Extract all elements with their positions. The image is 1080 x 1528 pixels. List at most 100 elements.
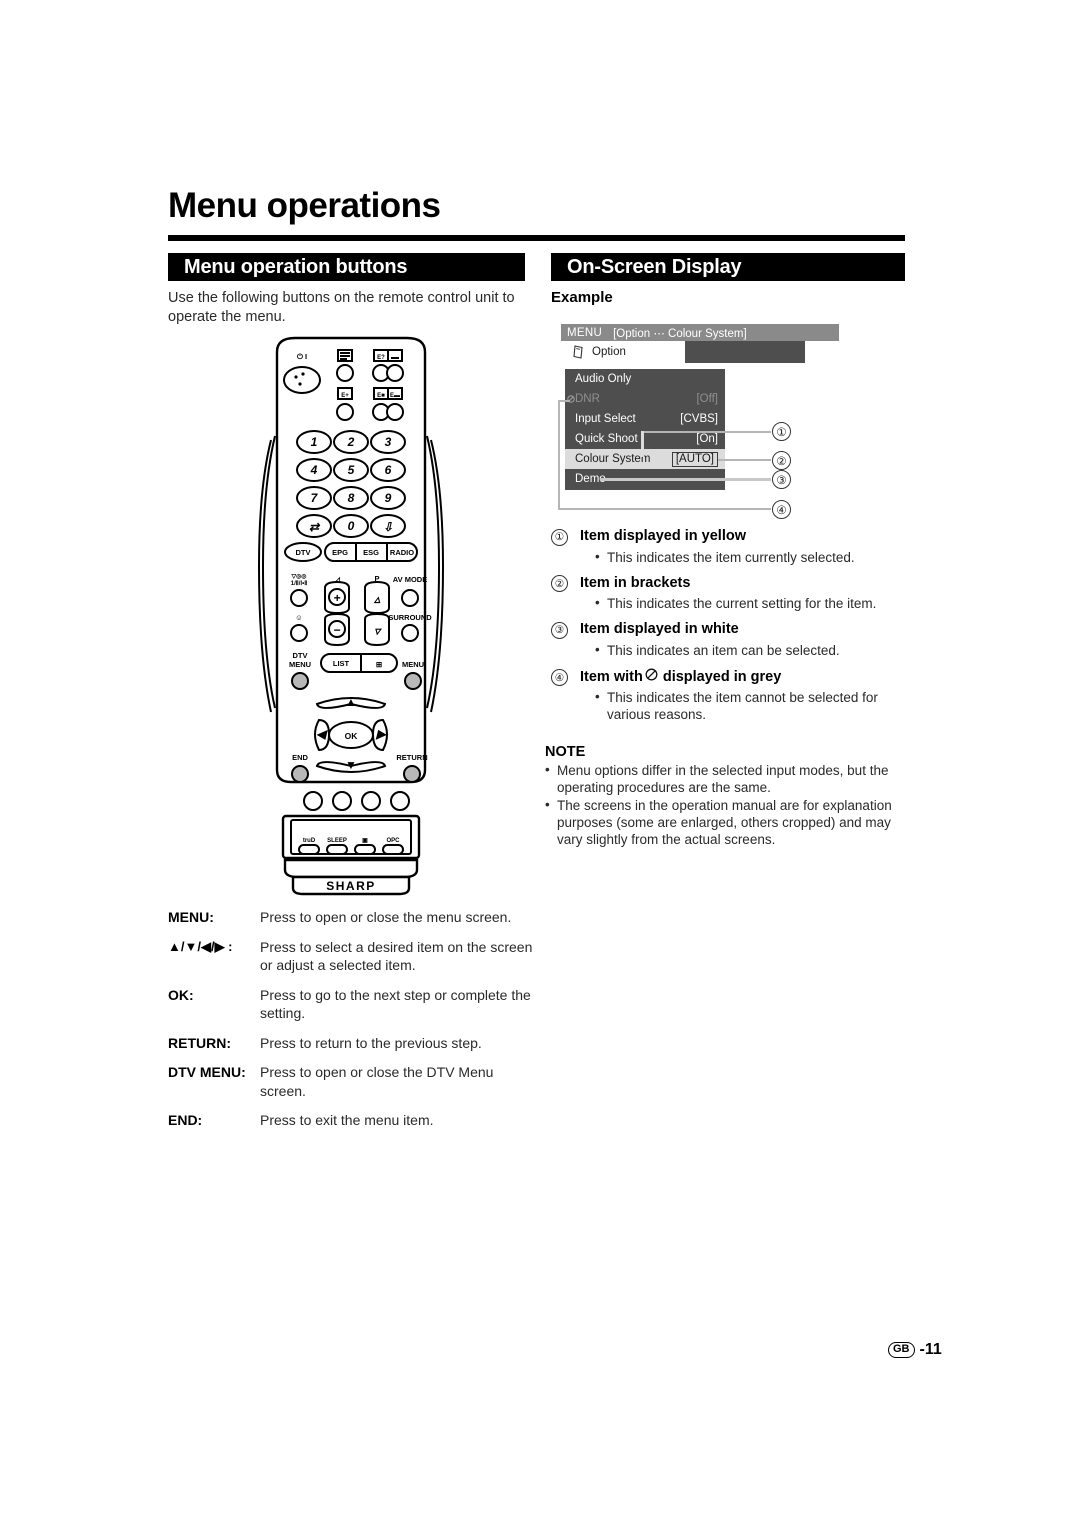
svg-text:EPG: EPG (332, 548, 348, 557)
legend-title-before: Item with (580, 668, 643, 685)
callout-number-2: ② (772, 451, 791, 470)
table-row: ▲/▼/◀/▶ : Press to select a desired item… (168, 938, 536, 975)
button-desc: Press to go to the next step or complete… (260, 986, 531, 1022)
note-item: The screens in the operation manual are … (545, 796, 917, 848)
osd-menu-word: MENU (567, 326, 603, 339)
svg-text:E▬: E▬ (390, 393, 400, 399)
osd-row-value: [Off] (696, 393, 718, 405)
prohibited-icon (645, 668, 658, 681)
colour-function-buttons (303, 791, 410, 811)
list-item: ② Item in brackets This indicates the cu… (551, 575, 917, 613)
section-header-on-screen-display: On-Screen Display (551, 253, 905, 281)
legend-desc: This indicates the item cannot be select… (595, 688, 917, 723)
table-row: MENU: Press to open or close the menu sc… (168, 908, 536, 927)
section-header-right-label: On-Screen Display (567, 255, 742, 278)
ok-button-label: OK (345, 731, 359, 741)
svg-text:SURROUND: SURROUND (388, 613, 432, 622)
button-key-label: DTV MENU: (168, 1064, 246, 1080)
osd-tab-row: Option (565, 341, 805, 363)
svg-text:RETURN: RETURN (396, 753, 427, 762)
svg-text:▶: ▶ (375, 727, 387, 741)
button-desc: Press to open or close the DTV Menu scre… (260, 1064, 494, 1099)
list-item: ③ Item displayed in white This indicates… (551, 621, 917, 659)
intro-paragraph: Use the following buttons on the remote … (168, 290, 515, 325)
button-desc: Press to select a desired item on the sc… (260, 938, 533, 974)
osd-breadcrumb: [Option ⋯ Colour System] (613, 327, 747, 340)
svg-text:MENU: MENU (402, 660, 424, 669)
legend-desc: This indicates the current setting for t… (595, 594, 917, 612)
title-divider (168, 235, 905, 241)
svg-text:▲: ▲ (345, 695, 357, 709)
osd-row-label: Quick Shoot (575, 433, 638, 445)
table-row: OK: Press to go to the next step or comp… (168, 986, 536, 1023)
svg-text:4: 4 (310, 463, 318, 477)
button-desc: Press to open or close the menu screen. (260, 909, 512, 925)
remote-control-illustration: .bd { fill:#ffffff; stroke:#000000; stro… (255, 336, 450, 896)
end-button (291, 765, 309, 783)
callout-leader-1-stem (641, 431, 644, 457)
source-key-row: DTV EPG ESG RADIO (284, 542, 418, 562)
svg-text:⊞: ⊞ (376, 660, 383, 669)
svg-text:8: 8 (348, 491, 355, 505)
svg-text:DTV: DTV (296, 548, 311, 557)
callout-leader-4-stem (558, 401, 560, 509)
legend-number: ④ (551, 669, 568, 686)
legend-desc: This indicates an item can be selected. (595, 641, 917, 659)
osd-row-label: Audio Only (575, 373, 632, 385)
svg-text:0: 0 (348, 519, 355, 533)
osd-row-value: [CVBS] (680, 413, 718, 425)
svg-text:LIST: LIST (333, 659, 350, 668)
example-label: Example (551, 289, 613, 306)
osd-row-label: Colour System (575, 453, 651, 465)
return-button (403, 765, 421, 783)
callout-number-4: ④ (772, 500, 791, 519)
svg-text:MENU: MENU (289, 660, 311, 669)
svg-text:E+: E+ (341, 393, 349, 399)
osd-tab-option[interactable]: Option (565, 341, 685, 363)
svg-text:−: − (333, 623, 340, 637)
svg-text:6: 6 (385, 463, 392, 477)
legend-list: ① Item displayed in yellow This indicate… (551, 528, 917, 732)
callout-leader-1 (641, 431, 771, 433)
power-icon: ⏻ I (297, 352, 307, 361)
note-title: NOTE (545, 744, 586, 760)
region-badge: GB (888, 1342, 915, 1358)
page-number: -11 (919, 1341, 942, 1358)
svg-text:RADIO: RADIO (390, 548, 414, 557)
legend-title: Item displayed in white (580, 621, 739, 637)
list-item: ④ Item with displayed in grey This indic… (551, 668, 917, 724)
svg-text:truD: truD (303, 838, 316, 844)
svg-text:3: 3 (385, 435, 392, 449)
callout-number-1: ① (772, 422, 791, 441)
osd-titlebar: MENU [Option ⋯ Colour System] (561, 324, 839, 341)
table-row: DTV MENU: Press to open or close the DTV… (168, 1063, 536, 1100)
button-key-label: MENU: (168, 909, 214, 925)
svg-text:DTV: DTV (293, 651, 308, 660)
callout-leader-3 (600, 478, 771, 481)
osd-item-list: Audio Only DNR [Off] Input Select [CVBS]… (565, 369, 725, 490)
svg-text:1/Ⅱ/Ⅰ•Ⅱ: 1/Ⅱ/Ⅰ•Ⅱ (291, 580, 307, 587)
legend-number: ① (551, 528, 568, 546)
callout-leader-4-tip (558, 400, 570, 402)
osd-row-value: [AUTO] (671, 451, 718, 467)
page-footer: GB -11 (888, 1341, 942, 1359)
option-page-icon (573, 345, 584, 359)
legend-title: Item in brackets (580, 574, 691, 591)
svg-text:1: 1 (311, 435, 318, 449)
dtv-menu-button (291, 672, 309, 690)
osd-row-input-select[interactable]: Input Select [CVBS] (565, 409, 725, 429)
legend-number: ② (551, 575, 568, 592)
note-block: NOTE Menu options differ in the selected… (545, 744, 917, 849)
osd-row-audio-only[interactable]: Audio Only (565, 369, 725, 389)
svg-text:▵: ▵ (373, 592, 381, 606)
svg-text:9: 9 (385, 491, 392, 505)
osd-row-value: [On] (696, 433, 718, 445)
legend-title-after: displayed in grey (662, 668, 782, 685)
osd-row-label: Input Select (575, 413, 636, 425)
button-key-label: END: (168, 1112, 203, 1128)
menu-button (404, 672, 422, 690)
callout-leader-2 (718, 459, 771, 461)
osd-row-colour-system[interactable]: Colour System [AUTO] (565, 449, 725, 469)
button-key-label: OK: (168, 986, 194, 1003)
svg-text:SLEEP: SLEEP (327, 838, 347, 844)
